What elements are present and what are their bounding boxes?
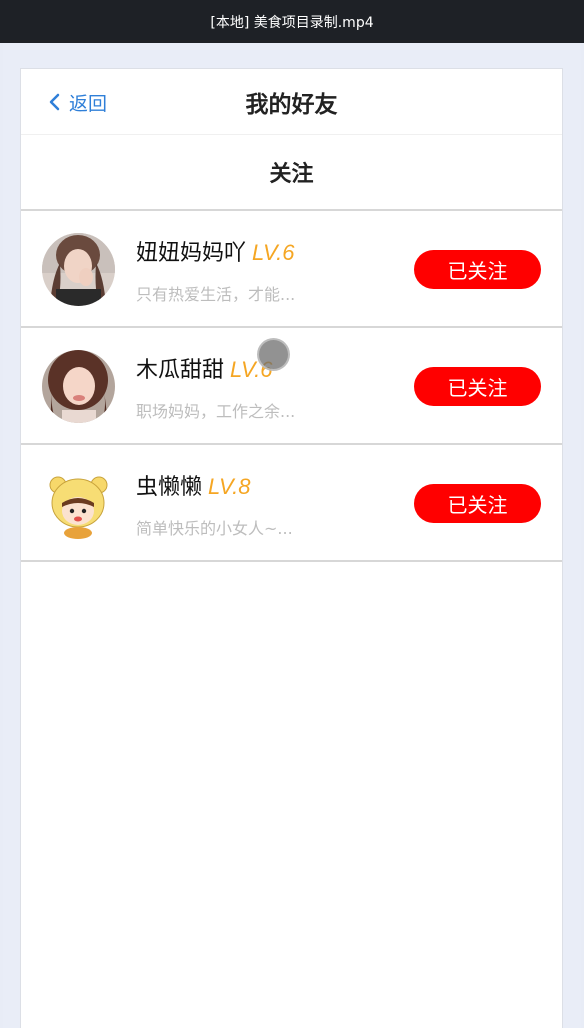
window-title: [本地] 美食项目录制.mp4 [210, 14, 374, 31]
followed-button[interactable]: 已关注 [414, 367, 541, 406]
friend-name: 木瓜甜甜 [136, 358, 225, 383]
page-title: 我的好友 [245, 91, 338, 118]
followed-button[interactable]: 已关注 [414, 250, 541, 289]
friend-name: 妞妞妈妈吖 [136, 241, 247, 266]
phone-screen: 返回 我的好友 关注 妞妞妈妈吖 LV.6 只有热爱生活，才能... 已关注 木… [20, 68, 563, 1028]
section-title: 关注 [21, 135, 562, 211]
woman-portrait-avatar [42, 350, 115, 423]
friend-row[interactable]: 虫懒懒 LV.8 简单快乐的小女人~... 已关注 [21, 445, 562, 562]
woman-photo-avatar [42, 233, 115, 306]
friend-row[interactable]: 木瓜甜甜 LV.6 职场妈妈，工作之余... 已关注 [21, 328, 562, 445]
chevron-left-icon [49, 93, 60, 111]
friend-level: LV.6 [252, 240, 295, 265]
friend-level: LV.8 [208, 474, 251, 499]
navbar: 返回 我的好友 [21, 69, 562, 135]
followed-button[interactable]: 已关注 [414, 484, 541, 523]
window-title-bar: [本地] 美食项目录制.mp4 [0, 0, 584, 43]
cartoon-bear-avatar [42, 467, 115, 540]
friend-desc: 职场妈妈，工作之余... [136, 402, 296, 421]
back-button[interactable]: 返回 [47, 69, 107, 135]
friend-row[interactable]: 妞妞妈妈吖 LV.6 只有热爱生活，才能... 已关注 [21, 211, 562, 328]
friend-desc: 简单快乐的小女人~... [136, 519, 293, 538]
touch-cursor-indicator [257, 338, 290, 371]
friend-name: 虫懒懒 [136, 475, 203, 500]
friend-desc: 只有热爱生活，才能... [136, 285, 296, 304]
back-label: 返回 [69, 92, 108, 115]
